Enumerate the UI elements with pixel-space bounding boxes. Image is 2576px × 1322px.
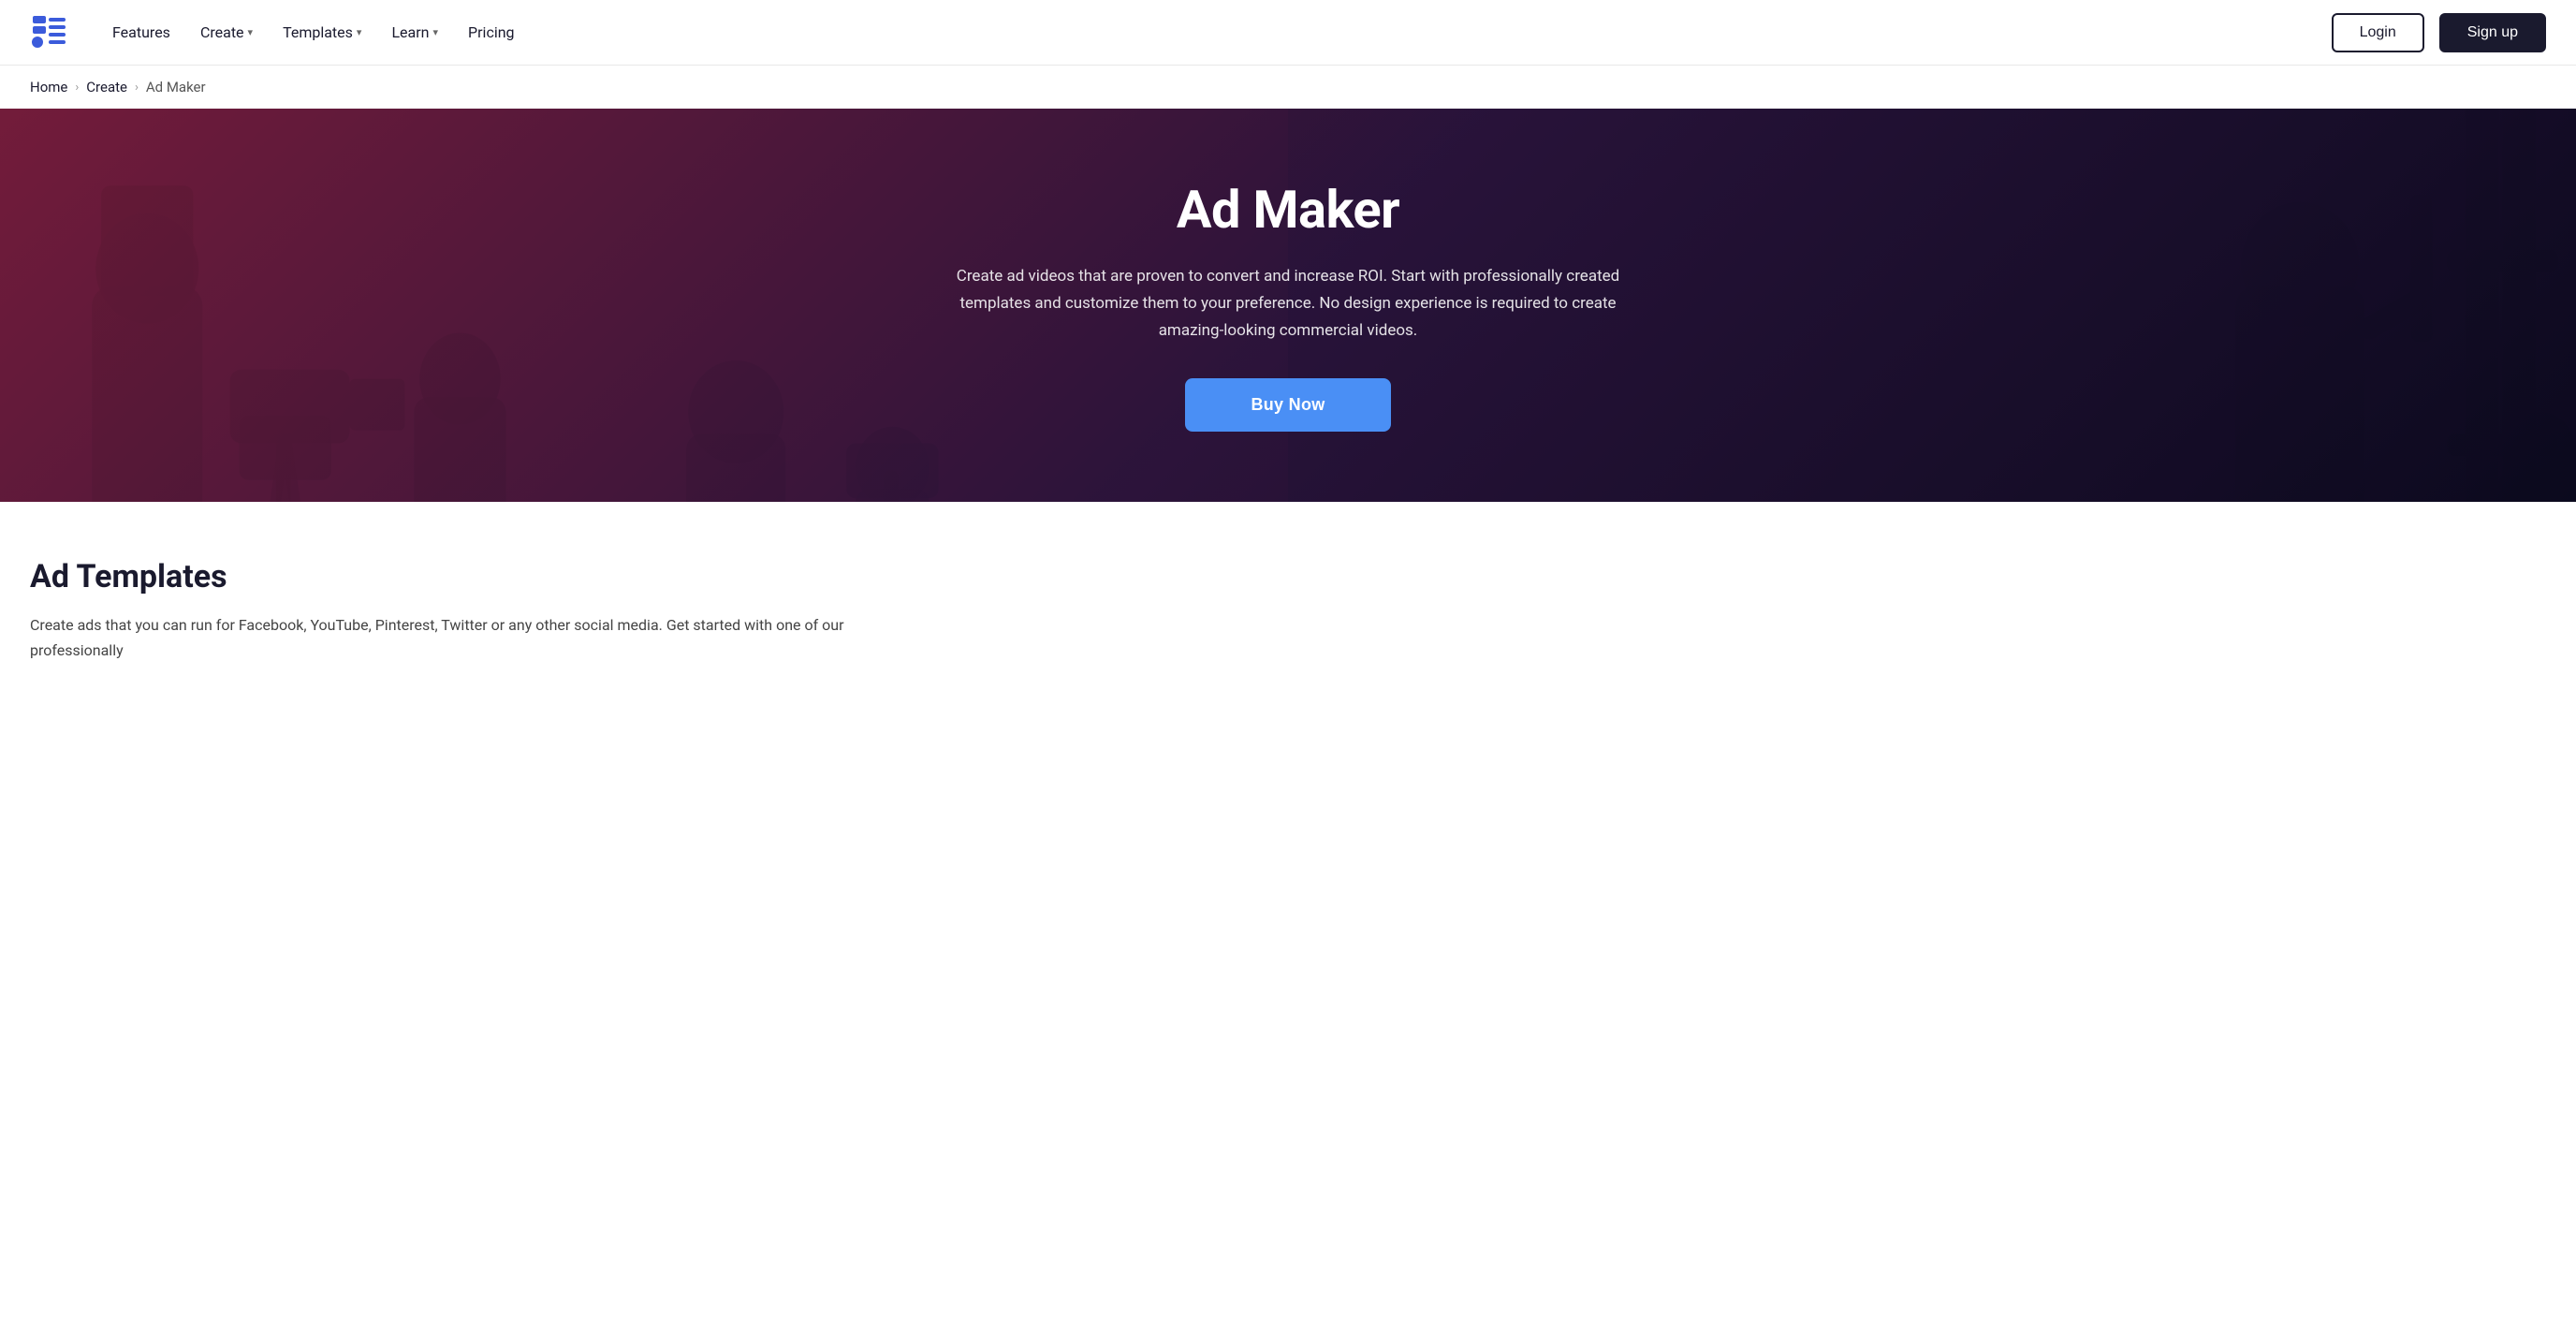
nav-templates-chevron: ▾ bbox=[357, 26, 362, 38]
nav-features[interactable]: Features bbox=[99, 16, 183, 49]
breadcrumb-create[interactable]: Create bbox=[86, 79, 127, 95]
nav-templates[interactable]: Templates ▾ bbox=[270, 16, 374, 49]
breadcrumb-current: Ad Maker bbox=[146, 79, 206, 95]
nav-create[interactable]: Create ▾ bbox=[187, 16, 266, 49]
breadcrumb-sep-1: › bbox=[75, 81, 79, 95]
nav-learn-chevron: ▾ bbox=[433, 26, 439, 38]
nav-features-label: Features bbox=[112, 23, 170, 41]
nav-templates-label: Templates bbox=[283, 23, 353, 41]
nav-pricing-label: Pricing bbox=[468, 23, 515, 41]
hero-description: Create ad videos that are proven to conv… bbox=[951, 263, 1625, 345]
nav-learn[interactable]: Learn ▾ bbox=[378, 16, 451, 49]
navbar-right: Login Sign up bbox=[2332, 13, 2546, 52]
buy-now-button[interactable]: Buy Now bbox=[1185, 378, 1390, 432]
breadcrumb-home[interactable]: Home bbox=[30, 79, 67, 95]
nav-pricing[interactable]: Pricing bbox=[455, 16, 528, 49]
hero-section: Ad Maker Create ad videos that are prove… bbox=[0, 109, 2576, 502]
below-hero-section: Ad Templates Create ads that you can run… bbox=[0, 502, 2576, 700]
navbar: Features Create ▾ Templates ▾ Learn ▾ Pr… bbox=[0, 0, 2576, 66]
login-button[interactable]: Login bbox=[2332, 13, 2424, 52]
breadcrumb-sep-2: › bbox=[135, 81, 139, 95]
nav-create-label: Create bbox=[200, 23, 244, 41]
navbar-left: Features Create ▾ Templates ▾ Learn ▾ Pr… bbox=[30, 13, 528, 52]
hero-content: Ad Maker Create ad videos that are prove… bbox=[932, 179, 1644, 432]
nav-create-chevron: ▾ bbox=[248, 26, 254, 38]
signup-button[interactable]: Sign up bbox=[2439, 13, 2546, 52]
nav-learn-label: Learn bbox=[391, 23, 429, 41]
ad-templates-title: Ad Templates bbox=[30, 558, 2546, 595]
nav-links: Features Create ▾ Templates ▾ Learn ▾ Pr… bbox=[99, 16, 528, 49]
hero-title: Ad Maker bbox=[951, 179, 1625, 241]
ad-templates-description: Create ads that you can run for Facebook… bbox=[30, 612, 872, 663]
breadcrumb: Home › Create › Ad Maker bbox=[0, 66, 2576, 109]
logo[interactable] bbox=[30, 13, 69, 52]
